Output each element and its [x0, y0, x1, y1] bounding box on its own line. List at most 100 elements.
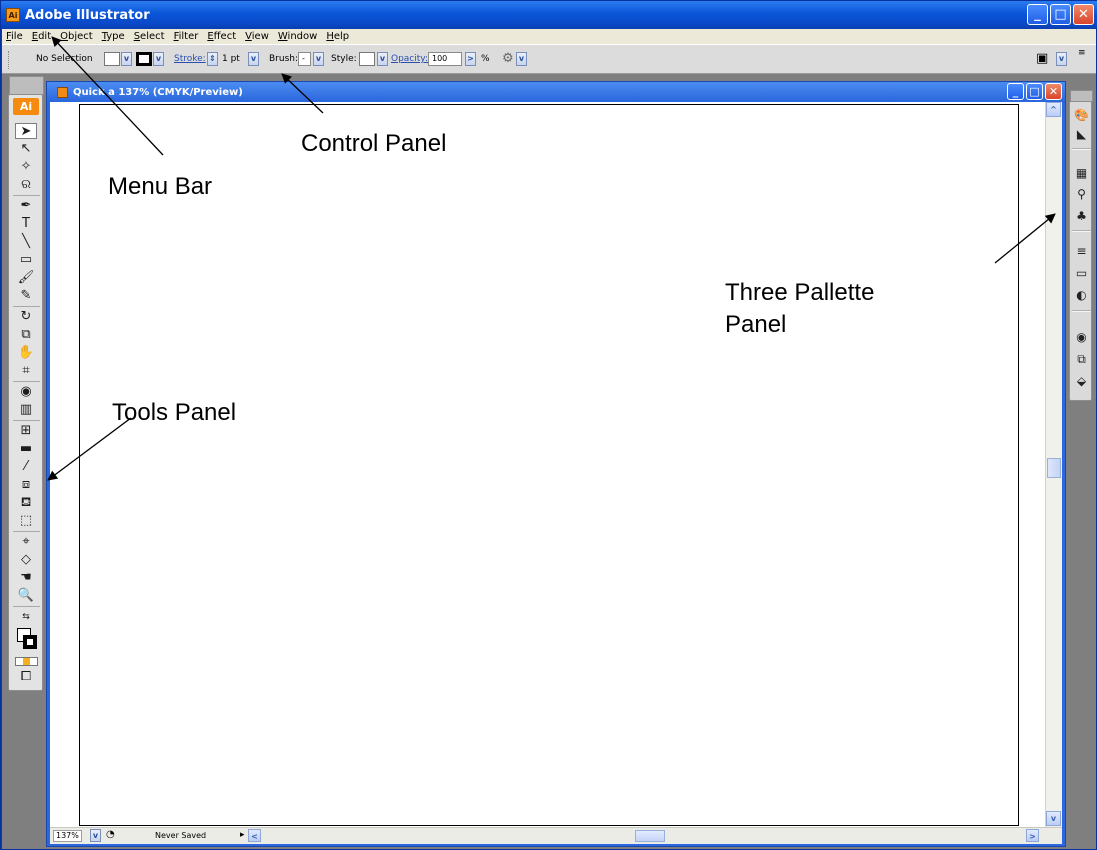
- doc-maximize-button[interactable]: □: [1026, 83, 1043, 100]
- vertical-scroll-thumb[interactable]: [1047, 458, 1061, 478]
- color-mode-buttons[interactable]: [15, 657, 38, 666]
- artboard[interactable]: [79, 104, 1019, 826]
- magic-wand-tool-icon[interactable]: ✧: [15, 159, 37, 175]
- tool-divider: [13, 195, 40, 196]
- menu-edit[interactable]: Edit: [32, 31, 51, 42]
- stroke-swatch-dropdown[interactable]: v: [153, 52, 164, 66]
- doc-close-button[interactable]: ✕: [1045, 83, 1062, 100]
- screen-mode-icon[interactable]: ⧠: [15, 669, 37, 685]
- menu-file[interactable]: File: [6, 31, 23, 42]
- rectangle-tool-icon[interactable]: ▭: [15, 252, 37, 268]
- brush-field[interactable]: -: [298, 52, 311, 66]
- appearance-icon[interactable]: ◉: [1074, 330, 1089, 345]
- panel-menu-icon[interactable]: ≡: [1078, 48, 1086, 58]
- menu-filter[interactable]: Filter: [174, 31, 199, 42]
- menu-effect[interactable]: Effect: [207, 31, 236, 42]
- layers-icon[interactable]: ⬙: [1074, 374, 1089, 389]
- rotate-tool-icon[interactable]: ↻: [15, 309, 37, 325]
- scroll-left-button[interactable]: <: [248, 829, 261, 842]
- swatches-icon[interactable]: ▦: [1074, 166, 1089, 181]
- free-transform-tool-icon[interactable]: ⌗: [15, 363, 37, 379]
- mesh-tool-icon[interactable]: ⊞: [15, 423, 37, 439]
- transparency-icon[interactable]: ◐: [1074, 288, 1089, 303]
- selection-tool-icon[interactable]: ➤: [15, 123, 37, 139]
- pen-tool-icon[interactable]: ✒: [15, 198, 37, 214]
- close-button[interactable]: ✕: [1073, 4, 1094, 25]
- stroke-stepper[interactable]: ⇕: [207, 52, 218, 66]
- menu-help[interactable]: Help: [326, 31, 349, 42]
- gradient-palette-icon[interactable]: ▭: [1074, 266, 1089, 281]
- bridge-icon[interactable]: ▣: [1036, 51, 1048, 66]
- style-swatch[interactable]: [359, 52, 375, 66]
- menu-view[interactable]: View: [245, 31, 269, 42]
- scroll-up-button[interactable]: ^: [1046, 102, 1061, 117]
- stroke-palette-icon[interactable]: ≡: [1074, 244, 1089, 259]
- version-cue-icon[interactable]: ◔: [106, 829, 115, 840]
- crop-area-tool-icon[interactable]: ⌖: [15, 534, 37, 550]
- title-bar: Ai Adobe Illustrator _ □ ✕: [1, 1, 1097, 29]
- opacity-label[interactable]: Opacity:: [391, 54, 428, 64]
- scroll-right-button[interactable]: >: [1026, 829, 1039, 842]
- recolor-icon[interactable]: ⚙: [502, 51, 514, 66]
- menu-select[interactable]: Select: [134, 31, 165, 42]
- symbols-icon[interactable]: ♣: [1074, 209, 1089, 224]
- document-icon: [57, 86, 68, 98]
- tool-divider: [13, 306, 40, 307]
- vertical-scrollbar[interactable]: ^ v: [1045, 102, 1062, 827]
- horizontal-scroll-thumb[interactable]: [635, 830, 665, 842]
- menu-window[interactable]: Window: [278, 31, 317, 42]
- paintbrush-tool-icon[interactable]: 🖌: [15, 270, 37, 286]
- recolor-dropdown[interactable]: v: [516, 52, 527, 66]
- menu-object[interactable]: Object: [60, 31, 93, 42]
- pencil-tool-icon[interactable]: ✎: [15, 288, 37, 304]
- zoom-level[interactable]: 137%: [53, 830, 82, 842]
- palette-divider: [1072, 230, 1091, 232]
- menu-bar: File Edit Object Type Select Filter Effe…: [2, 29, 1096, 44]
- zoom-tool-icon[interactable]: 🔍: [15, 588, 37, 604]
- warp-tool-icon[interactable]: ✋: [15, 345, 37, 361]
- stroke-weight-value[interactable]: 1 pt: [222, 54, 240, 64]
- scale-tool-icon[interactable]: ⧉: [15, 327, 37, 343]
- line-tool-icon[interactable]: ╲: [15, 234, 37, 250]
- status-menu-arrow[interactable]: ▸: [240, 830, 245, 840]
- hand-tool-icon[interactable]: ☚: [15, 570, 37, 586]
- palette-dock-header[interactable]: [1070, 90, 1093, 102]
- brushes-icon[interactable]: ⚲: [1074, 187, 1089, 202]
- stroke-label[interactable]: Stroke:: [174, 54, 206, 64]
- opacity-input[interactable]: 100: [428, 52, 462, 66]
- stroke-weight-dropdown[interactable]: v: [248, 52, 259, 66]
- stroke-swatch[interactable]: [136, 52, 152, 66]
- swap-fill-stroke-icon[interactable]: ⇆: [15, 609, 37, 625]
- gradient-tool-icon[interactable]: ▬: [15, 441, 37, 457]
- doc-minimize-button[interactable]: _: [1007, 83, 1024, 100]
- blend-tool-icon[interactable]: ⧈: [15, 477, 37, 493]
- ai-badge: Ai: [13, 98, 39, 115]
- style-dropdown[interactable]: v: [377, 52, 388, 66]
- fill-dropdown[interactable]: v: [121, 52, 132, 66]
- bridge-dropdown[interactable]: v: [1056, 52, 1067, 66]
- color-guide-icon[interactable]: ◣: [1074, 127, 1089, 142]
- fill-swatch[interactable]: [104, 52, 120, 66]
- eyedropper-tool-icon[interactable]: ⁄: [15, 459, 37, 475]
- scroll-down-button[interactable]: v: [1046, 811, 1061, 826]
- opacity-arrow[interactable]: >: [465, 52, 476, 66]
- minimize-button[interactable]: _: [1027, 4, 1048, 25]
- eraser-tool-icon[interactable]: ◇: [15, 552, 37, 568]
- direct-selection-tool-icon[interactable]: ↖: [15, 141, 37, 157]
- stroke-color-box[interactable]: [23, 635, 37, 649]
- symbol-sprayer-tool-icon[interactable]: ◉: [15, 384, 37, 400]
- grip-handle[interactable]: [8, 51, 11, 69]
- color-palette-icon[interactable]: 🎨: [1074, 108, 1089, 123]
- brush-dropdown[interactable]: v: [313, 52, 324, 66]
- zoom-dropdown[interactable]: v: [90, 829, 101, 842]
- tools-panel-header[interactable]: [9, 76, 44, 95]
- lasso-tool-icon[interactable]: ର: [15, 177, 37, 193]
- type-tool-icon[interactable]: T: [15, 216, 37, 232]
- document-canvas[interactable]: ^ v 137% v ◔ Never Saved ▸ < >: [50, 102, 1062, 844]
- maximize-button[interactable]: □: [1050, 4, 1071, 25]
- live-paint-selection-tool-icon[interactable]: ⬚: [15, 513, 37, 529]
- live-paint-bucket-tool-icon[interactable]: ⛾: [15, 495, 37, 511]
- menu-type[interactable]: Type: [102, 31, 125, 42]
- graph-tool-icon[interactable]: ▥: [15, 402, 37, 418]
- graphic-styles-icon[interactable]: ⧉: [1074, 352, 1089, 367]
